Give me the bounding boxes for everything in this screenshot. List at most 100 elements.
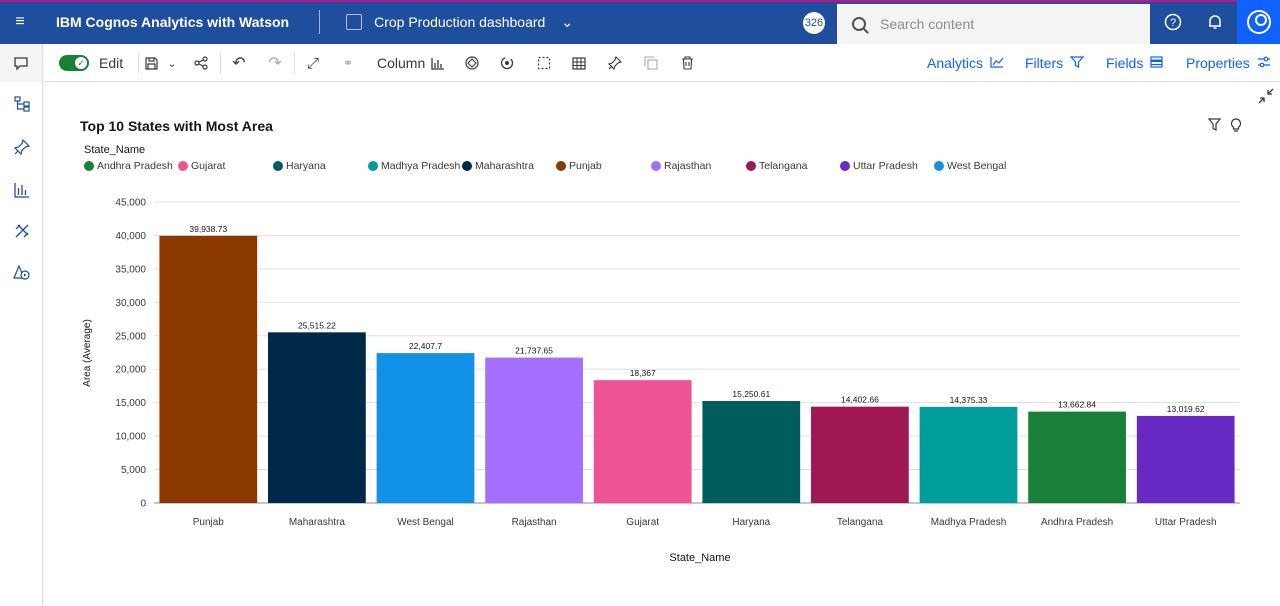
y-tick-label: 45,000 [115, 198, 146, 209]
notification-count-badge[interactable]: 326 [803, 12, 825, 34]
fields-button[interactable]: Fields [1106, 44, 1163, 82]
topbar-divider [319, 10, 321, 34]
app-name[interactable]: IBM Cognos Analytics with Watson [56, 14, 289, 30]
edit-label: Edit [99, 55, 124, 71]
pin-icon[interactable] [605, 44, 625, 82]
bar-value-label: 25,515.22 [298, 320, 336, 330]
x-tick-label: Punjab [193, 517, 225, 528]
y-tick-label: 35,000 [115, 264, 146, 275]
bar-value-label: 13,662.84 [1058, 400, 1096, 410]
y-tick-label: 15,000 [115, 398, 146, 409]
bar[interactable] [593, 380, 692, 503]
y-tick-label: 0 [140, 499, 146, 510]
bell-icon[interactable] [1194, 0, 1236, 44]
share-icon[interactable] [190, 44, 212, 82]
select-area-icon[interactable] [534, 44, 554, 82]
bar[interactable] [376, 353, 475, 503]
properties-button[interactable]: Properties [1186, 44, 1271, 82]
search-field[interactable]: Search content [837, 4, 1150, 44]
x-tick-label: Andhra Pradesh [1041, 517, 1113, 528]
visualizations-icon[interactable] [0, 172, 43, 208]
x-tick-label: Gujarat [626, 517, 659, 528]
filters-label: Filters [1025, 55, 1064, 71]
y-tick-label: 25,000 [115, 331, 146, 342]
dashboard-icon [346, 14, 363, 30]
bar[interactable] [268, 332, 366, 503]
bar[interactable] [702, 400, 801, 503]
chat-icon[interactable] [0, 44, 43, 82]
y-tick-label: 30,000 [115, 298, 146, 309]
filter-icon [1069, 55, 1085, 71]
fields-icon [1150, 55, 1163, 71]
bar-value-label: 39,938.73 [189, 224, 227, 234]
y-tick-label: 5,000 [121, 465, 146, 476]
dashboard-title[interactable]: Crop Production dashboard [374, 14, 545, 30]
bar-chart: Area (Average) State_Name 0 5,000 10,000 15… [82, 198, 1240, 564]
toolbar-separator [294, 52, 295, 74]
save-icon[interactable] [140, 44, 162, 82]
user-icon [1246, 10, 1271, 34]
color-palette-icon[interactable] [462, 44, 482, 82]
x-tick-label: Telangana [837, 517, 884, 528]
bar-value-label: 15,250.61 [732, 389, 770, 399]
x-tick-label: West Bengal [397, 517, 454, 528]
x-axis-title: State_Name [669, 552, 730, 564]
fields-label: Fields [1106, 55, 1144, 71]
bar[interactable] [1028, 411, 1126, 503]
sliders-icon [1257, 55, 1271, 71]
top-accent-line [0, 0, 1280, 2]
bar-value-label: 18,367 [630, 368, 656, 378]
edit-toggle[interactable]: Edit [59, 44, 123, 82]
visualization-type-label: Column [377, 55, 426, 71]
y-tick-label: 20,000 [115, 365, 146, 376]
redo-icon: ↷ [268, 55, 282, 72]
expand-icon[interactable]: ⤢ [302, 44, 324, 82]
toolbar-separator [138, 52, 139, 74]
bar[interactable] [811, 406, 909, 503]
x-tick-label: Madhya Pradesh [931, 517, 1007, 528]
y-axis-title: Area (Average) [82, 319, 93, 387]
bar[interactable] [919, 406, 1018, 503]
analytics-icon [990, 55, 1004, 71]
widgets-icon[interactable] [0, 213, 43, 249]
y-tick-label: 10,000 [115, 432, 146, 443]
bar-value-label: 14,402.66 [841, 395, 879, 405]
assistant-icon[interactable] [0, 254, 43, 290]
toggle-switch[interactable] [59, 55, 89, 71]
duplicate-icon [641, 44, 661, 82]
pins-icon[interactable] [0, 129, 43, 165]
bar[interactable] [159, 235, 258, 503]
search-icon [852, 17, 866, 31]
bar-value-label: 21,737.65 [515, 346, 553, 356]
bar[interactable] [1136, 415, 1235, 503]
undo-icon[interactable]: ↶ [228, 44, 250, 82]
x-tick-label: Uttar Pradesh [1155, 517, 1217, 528]
data-sources-icon[interactable] [0, 86, 43, 122]
analytics-label: Analytics [927, 55, 984, 71]
table-icon[interactable] [569, 44, 589, 82]
filters-button[interactable]: Filters [1025, 44, 1085, 82]
analytics-button[interactable]: Analytics [927, 44, 1004, 82]
bars-group: 39,938.73 Punjab 25,515.22 Maharashtra 22,40… [159, 224, 1235, 528]
user-avatar[interactable] [1237, 0, 1280, 44]
menu-icon[interactable]: ≡ [0, 0, 40, 44]
bar-value-label: 22,407.7 [409, 341, 442, 351]
chevron-down-icon[interactable]: ⌄ [561, 14, 573, 31]
visualization-type-button[interactable]: Column [377, 44, 445, 82]
help-icon[interactable]: ? [1152, 0, 1194, 44]
relationships-icon: ⚭ [342, 56, 354, 70]
properties-label: Properties [1186, 55, 1250, 71]
bar-value-label: 14,375.33 [950, 395, 988, 405]
bar[interactable] [485, 357, 583, 503]
save-menu-chevron-icon[interactable]: ⌄ [164, 44, 180, 82]
animation-icon[interactable] [497, 44, 517, 82]
search-placeholder: Search content [880, 16, 975, 32]
left-navigation [0, 82, 43, 606]
bar-value-label: 13,019.62 [1167, 404, 1205, 414]
x-tick-label: Haryana [732, 517, 770, 528]
x-tick-label: Maharashtra [289, 517, 346, 528]
x-tick-label: Rajasthan [512, 517, 557, 528]
y-tick-label: 40,000 [115, 231, 146, 242]
dashboard-toolbar: Edit ⌄ ↶ ↷ ⤢ ⚭ Column Analytics [44, 44, 1280, 82]
trash-icon[interactable] [677, 44, 697, 82]
